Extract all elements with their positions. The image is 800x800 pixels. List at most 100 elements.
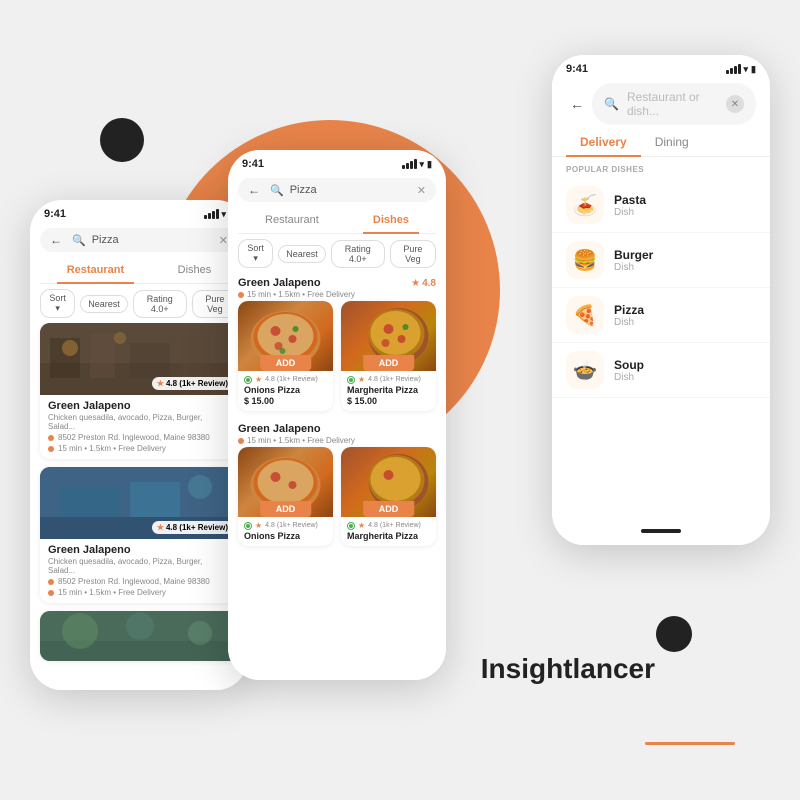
tab-delivery-right[interactable]: Delivery	[566, 129, 641, 157]
dish-card-2a[interactable]: ADD ★ 4.8 (1k+ Review) Onions Pizza	[238, 447, 333, 546]
popular-dishes-label: POPULAR DISHES	[552, 157, 770, 178]
dish-card-1b[interactable]: ADD ★ 4.8 (1k+ Review) Margherita Pizza …	[341, 301, 436, 411]
soup-type: Dish	[614, 372, 756, 383]
search-text-center: Pizza	[290, 184, 411, 196]
filter-nearest-center[interactable]: Nearest	[278, 245, 326, 263]
section-time-dot-2	[238, 438, 244, 444]
restaurant-overlay-1: ★ 4.8 (1k+ Review)	[40, 323, 238, 395]
search-clear-left[interactable]: ✕	[219, 234, 228, 247]
status-bar-center: 9:41 ▾ ▮	[228, 150, 446, 174]
soup-text: Soup Dish	[614, 358, 756, 383]
section-header-1: Green Jalapeno ★ 4.8 15 min • 1.5km • Fr…	[228, 273, 446, 301]
tabs-right: Delivery Dining	[552, 125, 770, 157]
back-arrow-left[interactable]: ←	[50, 233, 66, 247]
dish-info-2b: ★ 4.8 (1k+ Review) Margherita Pizza	[341, 517, 436, 546]
card-body-1: Green Jalapeno Chicken quesadila, avocad…	[40, 395, 238, 459]
tab-dishes-center[interactable]: Dishes	[363, 208, 419, 234]
section-time-dot-1	[238, 292, 244, 298]
restaurant-img-1: ★ 4.8 (1k+ Review)	[40, 323, 238, 395]
brand-container: Insightlancer	[645, 738, 735, 745]
search-bar-left[interactable]: ← 🔍 Pizza ✕	[40, 228, 238, 252]
popular-item-burger[interactable]: 🍔 Burger Dish	[552, 233, 770, 288]
restaurant-card-1[interactable]: ★ 4.8 (1k+ Review) Green Jalapeno Chicke…	[40, 323, 238, 459]
section-rating-1: 4.8	[422, 278, 436, 289]
tab-dining-right[interactable]: Dining	[641, 129, 703, 157]
signal-icon-left	[204, 209, 219, 219]
card-subtitle-2: Chicken quesadila, avocado, Pizza, Burge…	[48, 557, 230, 575]
filter-bar-left: Sort ▾ Nearest Rating 4.0+ Pure Veg	[30, 284, 248, 323]
search-bar-center[interactable]: ← 🔍 Pizza ✕	[238, 178, 436, 202]
search-icon-left: 🔍	[72, 234, 86, 247]
dish-img-1b: ADD	[341, 301, 436, 371]
bg-dot-top-left	[100, 118, 144, 162]
veg-dot-1b	[347, 376, 355, 384]
dish-info-1a: ★ 4.8 (1k+ Review) Onions Pizza $ 15.00	[238, 371, 333, 411]
restaurant-list-left: ★ 4.8 (1k+ Review) Green Jalapeno Chicke…	[30, 323, 248, 690]
time-dot-1	[48, 446, 54, 452]
add-btn-1b[interactable]: ADD	[363, 355, 415, 371]
tab-restaurant-center[interactable]: Restaurant	[255, 208, 329, 234]
filter-sort-center[interactable]: Sort ▾	[238, 239, 273, 268]
pizza-icon-wrap: 🍕	[566, 296, 604, 334]
dish-name-2a: Onions Pizza	[244, 531, 327, 541]
dish-rating-2b: ★ 4.8 (1k+ Review)	[347, 521, 430, 530]
add-btn-1a[interactable]: ADD	[260, 355, 312, 371]
phone-right: 9:41 ▾ ▮ ← 🔍 Restaurant or dish... ✕ Del…	[552, 55, 770, 545]
dish-price-1a: $ 15.00	[244, 396, 327, 406]
search-bar-right[interactable]: 🔍 Restaurant or dish... ✕	[592, 83, 756, 125]
card-meta-address-2: 8502 Preston Rd. Inglewood, Maine 98380	[48, 577, 230, 586]
soup-name: Soup	[614, 358, 756, 372]
filter-sort-left[interactable]: Sort ▾	[40, 289, 75, 318]
filter-rating-center[interactable]: Rating 4.0+	[331, 240, 385, 268]
time-dot-2	[48, 590, 54, 596]
section-name-1: Green Jalapeno	[238, 277, 321, 289]
tab-restaurant-left[interactable]: Restaurant	[57, 258, 134, 284]
search-icon-center: 🔍	[270, 184, 284, 197]
dish-name-1a: Onions Pizza	[244, 385, 327, 395]
restaurant-card-2[interactable]: ★ 4.8 (1k+ Review) Green Jalapeno Chicke…	[40, 467, 238, 603]
dish-info-1b: ★ 4.8 (1k+ Review) Margherita Pizza $ 15…	[341, 371, 436, 411]
restaurant-card-3[interactable]	[40, 611, 238, 661]
back-arrow-center[interactable]: ←	[248, 183, 264, 197]
restaurant-img-svg-3	[40, 611, 238, 661]
brand-underline	[645, 742, 735, 745]
popular-item-pizza[interactable]: 🍕 Pizza Dish	[552, 288, 770, 343]
bg-dot-bottom-right	[656, 616, 692, 652]
add-btn-2b[interactable]: ADD	[363, 501, 415, 517]
card-title-2: Green Jalapeno	[48, 544, 230, 556]
popular-item-pasta[interactable]: 🍝 Pasta Dish	[552, 178, 770, 233]
card-address-2: 8502 Preston Rd. Inglewood, Maine 98380	[58, 577, 210, 586]
burger-icon-wrap: 🍔	[566, 241, 604, 279]
section-name-2: Green Jalapeno	[238, 423, 436, 435]
dish-rating-2a: ★ 4.8 (1k+ Review)	[244, 521, 327, 530]
search-clear-right[interactable]: ✕	[726, 95, 744, 113]
search-clear-center[interactable]: ✕	[417, 184, 426, 197]
section-star-1: ★	[411, 278, 420, 289]
add-btn-2a[interactable]: ADD	[260, 501, 312, 517]
dish-card-2b[interactable]: ADD ★ 4.8 (1k+ Review) Margherita Pizza	[341, 447, 436, 546]
tabs-left: Restaurant Dishes	[40, 258, 238, 284]
location-dot-2	[48, 579, 54, 585]
phone-center: 9:41 ▾ ▮ ← 🔍 Pizza ✕ Restaurant Dishes S…	[228, 150, 446, 680]
filter-veg-center[interactable]: Pure Veg	[390, 240, 436, 268]
battery-icon-right: ▮	[751, 64, 756, 75]
tab-dishes-left[interactable]: Dishes	[168, 258, 222, 284]
popular-item-soup[interactable]: 🍲 Soup Dish	[552, 343, 770, 398]
card-subtitle-1: Chicken quesadila, avocado, Pizza, Burge…	[48, 413, 230, 431]
dish-rating-1a: ★ 4.8 (1k+ Review)	[244, 375, 327, 384]
dish-name-2b: Margherita Pizza	[347, 531, 430, 541]
search-icon-right: 🔍	[604, 97, 619, 111]
pasta-text: Pasta Dish	[614, 193, 756, 218]
location-dot-1	[48, 435, 54, 441]
back-arrow-right[interactable]: ←	[566, 96, 584, 112]
card-meta-delivery-1: 15 min • 1.5km • Free Delivery	[48, 444, 230, 453]
card-meta-address-1: 8502 Preston Rd. Inglewood, Maine 98380	[48, 433, 230, 442]
filter-rating-left[interactable]: Rating 4.0+	[133, 290, 187, 318]
card-body-2: Green Jalapeno Chicken quesadila, avocad…	[40, 539, 238, 603]
dish-card-1a[interactable]: ADD ★ 4.8 (1k+ Review) Onions Pizza $ 15…	[238, 301, 333, 411]
tabs-center: Restaurant Dishes	[238, 208, 436, 234]
filter-nearest-left[interactable]: Nearest	[80, 295, 128, 313]
dish-name-1b: Margherita Pizza	[347, 385, 430, 395]
rating-badge-1: ★ 4.8 (1k+ Review)	[152, 377, 233, 390]
burger-type: Dish	[614, 262, 756, 273]
